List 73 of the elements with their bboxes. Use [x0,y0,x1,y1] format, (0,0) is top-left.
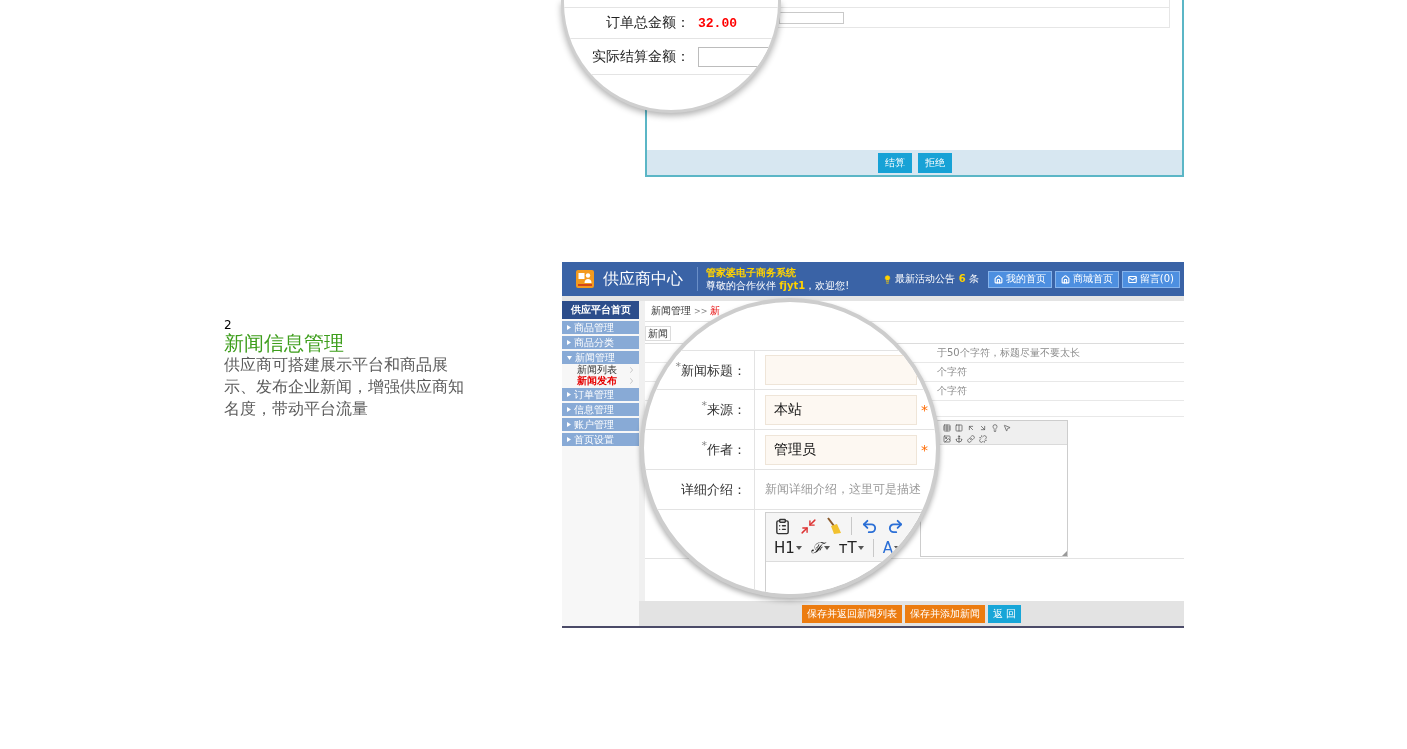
link-icon[interactable] [967,434,975,443]
clipboard-icon[interactable] [774,517,791,535]
amount-value: 32.00 [698,15,737,31]
undo-icon[interactable] [861,517,878,535]
caret-icon [795,546,802,550]
action-button[interactable]: 保存并添加新闻 [904,604,985,623]
notice-link[interactable]: 最新活动公告 6 条 [895,272,979,286]
section-number: 2 [224,318,232,332]
header-button[interactable]: 商城首页 [1054,270,1119,288]
caret-icon [894,546,900,550]
input-field[interactable]: 本站 [765,394,917,425]
hint-text: 个字符 [937,384,967,398]
sidebar-item[interactable]: 账户管理 [562,418,639,431]
toolbar-dropdown[interactable]: ℱ [810,539,830,557]
mail-icon [1127,274,1137,284]
shrink-arrows-icon[interactable] [800,517,817,535]
breadcrumb-separator: >> [694,306,708,316]
section-description: 供应商可搭建展示平台和商品展示、发布企业新闻，增强供应商知名度，带动平台流量 [224,354,465,420]
home-icon [1060,274,1070,284]
hint-text: 于50个字符，标题尽量不要太长 [937,346,1080,360]
image-icon[interactable] [943,434,951,443]
arrow-icon[interactable] [967,423,975,432]
sidebar-item[interactable]: 信息管理 [562,403,639,416]
sidebar-subitem[interactable]: 新闻列表 [562,364,639,375]
toolbar-dropdown[interactable]: H1 [774,539,802,557]
pointer-icon[interactable] [1003,423,1011,432]
broom-icon [826,517,842,535]
breadcrumb-link[interactable]: 新闻管理 [651,304,691,318]
header-button[interactable]: 留言(0) [1121,270,1180,288]
field-label: 订单总金额： [605,14,690,32]
action-button[interactable]: 返 回 [987,604,1022,623]
anchor-icon[interactable] [955,434,963,443]
bulb-icon[interactable] [991,423,999,432]
field-label: 详细介绍： [681,480,746,499]
input-field[interactable]: 管理员 [765,434,917,465]
hint-text: 个字符 [937,365,967,379]
sidebar-item[interactable]: 商品分类 [562,336,639,349]
sidebar-subitem[interactable]: 新闻发布 [562,375,639,386]
field-label: 实际结算金额： [591,47,690,66]
field-label: $^{*}$来源： [701,399,746,420]
sidebar-item[interactable]: 商品管理 [562,321,639,334]
caret-icon [857,546,864,550]
toolbar-dropdown[interactable]: A [882,539,900,557]
redo-icon[interactable] [887,517,904,535]
action-button[interactable]: 结算 [877,152,912,173]
header-button[interactable]: 我的首页 [987,270,1052,288]
input-field[interactable] [779,11,844,24]
required-mark: * [921,401,928,418]
app-title: 供应商中心 [603,268,683,290]
sidebar-item[interactable]: 首页设置 [562,433,639,446]
home-icon [993,274,1003,284]
sidebar-item[interactable]: 新闻管理 [562,351,639,364]
field-label: $^{*}$新闻标题： [675,359,746,381]
table-icon[interactable] [943,423,951,432]
field-hint: 新闻详细介绍，这里可是描述 [765,481,921,498]
unlink-icon[interactable] [979,434,987,443]
tab[interactable]: 新闻 [645,326,671,341]
required-mark: * [921,441,928,458]
logo-icon [576,270,594,288]
action-button[interactable]: 保存并返回新闻列表 [801,604,902,623]
breadcrumb-current: 新 [710,304,721,318]
resize-handle-icon[interactable] [1062,551,1067,556]
greeting-text: 尊敬的合作伙伴 fjyt1，欢迎您! [706,279,850,292]
columns-icon[interactable] [955,423,963,432]
toolbar-dropdown[interactable]: ᴛT [838,539,864,557]
system-name: 管家婆电子商务系统 [706,266,797,279]
sidebar-item[interactable]: 订单管理 [562,388,639,401]
field-label: $^{*}$作者： [701,439,746,460]
bulb-icon [883,274,893,284]
section-title: 新闻信息管理 [224,332,344,354]
sidebar-title[interactable]: 供应平台首页 [562,301,639,319]
action-button[interactable]: 拒绝 [917,152,952,173]
arrow-icon[interactable] [979,423,987,432]
